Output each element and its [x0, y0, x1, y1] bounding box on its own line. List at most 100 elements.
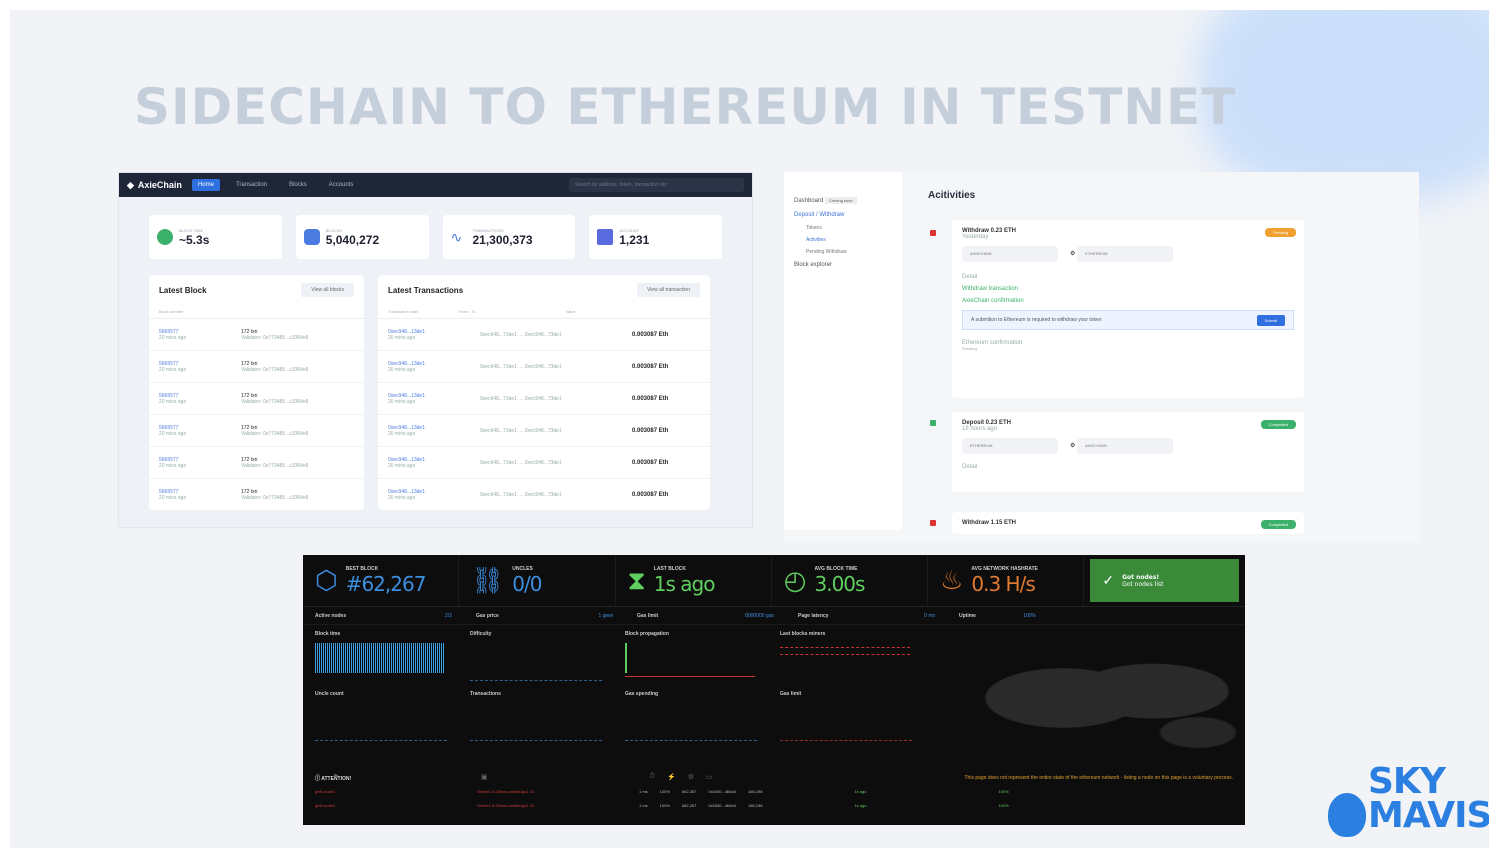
view-all-transactions-button[interactable]: View all transaction [637, 283, 700, 297]
table-row[interactable]: 5665577 20 mins ago 172 txn Validator: 0x77… [149, 447, 364, 479]
nav-home[interactable]: Home [191, 179, 220, 191]
view-all-blocks-button[interactable]: View all blocks [301, 283, 354, 297]
panel-block-time: Block time [303, 627, 453, 685]
table-row[interactable]: 0xec948...13de1 20 mins ago 0xec948...73de… [378, 415, 710, 447]
status-badge: Pending [1265, 228, 1296, 237]
explorer-search-input[interactable]: Search by address, token, transaction et… [569, 178, 744, 192]
cube-icon [303, 229, 320, 245]
activity-card-deposit: Deposit 0.23 ETH 18 hours ago Completed … [952, 412, 1304, 492]
node-row[interactable]: geth-node1 Geth/v1.8.2/linux-amd64/go1.10… [303, 784, 1245, 798]
cube-icon: ⬡ [315, 565, 338, 595]
clock-icon [157, 229, 173, 245]
status-dot [930, 420, 936, 426]
kpi-best-block: ⬡ Best block #62,267 [303, 555, 460, 606]
axiechain-explorer-screenshot: ◆ AxieChain Home Transaction Blocks Accou… [118, 172, 753, 528]
gear-icon: ⚙ [1070, 251, 1076, 257]
check-icon: ✓ [1102, 572, 1115, 588]
wallet-sidebar: Dashboard Coming soon Deposit / Withdraw… [784, 172, 902, 530]
table-row[interactable]: 5665577 20 mins ago 172 txn Validator: 0x77… [149, 415, 364, 447]
stat-gas-limit: Gas limit 8000000 gas [637, 612, 774, 619]
activities-screenshot: Dashboard Coming soon Deposit / Withdraw… [784, 172, 1419, 542]
nodes-ok-banner: ✓ Got nodes! Got nodes list [1090, 559, 1240, 602]
book-icon [597, 229, 614, 245]
latest-block-table: Latest Block View all blocks Block number… [149, 275, 364, 510]
step-axiechain-confirm: AxieChain confirmation [962, 298, 1024, 304]
kpi-row: ⬡ Best block #62,267 ⛓ Uncles 0/0 ⧗ Last bloc… [303, 555, 1245, 607]
panel-gas-spending: Gas spending [613, 687, 763, 745]
activity-icon: ∿ [450, 229, 467, 245]
world-map [943, 629, 1243, 767]
panel-gas-limit: Gas limit [768, 687, 918, 745]
clock-icon: ◴ [783, 565, 807, 595]
hourglass-icon: ⧗ [627, 564, 646, 595]
kpi-last-block: ⧗ Last block 1s ago [616, 555, 772, 606]
sidebar-block-explorer[interactable]: Block explorer [784, 258, 902, 272]
sidebar-pending-withdraw[interactable]: Pending Withdraw [784, 246, 902, 258]
block-rows: 5665577 20 mins ago 172 txn Validator: 0x77… [149, 319, 364, 510]
slide-title: SIDECHAIN TO ETHEREUM IN TESTNET [134, 78, 1237, 136]
stat-active-nodes: Active nodes 2/2 [315, 612, 452, 619]
table-row[interactable]: 5665577 20 mins ago 172 txn Validator: 0x77… [149, 351, 364, 383]
status-badge: Completed [1260, 520, 1296, 529]
latest-tx-title: Latest Transactions [388, 285, 464, 295]
chart-panels: Block time Difficulty Block propagation … [303, 625, 1245, 785]
nav-accounts[interactable]: Accounts [323, 179, 360, 191]
status-dot [930, 230, 936, 236]
nodes-table: ⎈ ⚑ ▣ ⏱ ⚡ ⚙ ▭ geth-node1 Geth/v1.8.2/linux-amd6… [303, 770, 1245, 812]
submit-notice: A submition to Ethereum is required to w… [962, 310, 1294, 330]
stat-page-latency: Page latency 0 ms [798, 612, 935, 619]
table-row[interactable]: 0xec948...13de1 20 mins ago 0xec948...73de… [378, 351, 710, 383]
table-row[interactable]: 0xec948...13de1 20 mins ago 0xec948...73de… [378, 383, 710, 415]
activity-card-withdraw-pending: Withdraw 0.23 ETH Yesterday Pending AXIE… [952, 220, 1304, 398]
panel-uncle-count: Uncle count [303, 687, 453, 745]
panel-block-propagation: Block propagation [613, 627, 763, 685]
gear-icon: ⚙ [1070, 443, 1076, 449]
table-row[interactable]: 0xec948...13de1 20 mins ago 0xec948...73de… [378, 319, 710, 351]
kpi-avg-block-time: ◴ Avg block time 3.00s [772, 555, 929, 606]
bird-mascot-icon [1328, 793, 1366, 837]
sky-mavis-logo: SKY MAVIS [1328, 764, 1489, 845]
kpi-uncles: ⛓ Uncles 0/0 [459, 555, 616, 606]
secondary-stats-row: Active nodes 2/2 Gas price 1 gwei Gas limi… [303, 607, 1245, 625]
sidebar-tokens[interactable]: Tokens [784, 222, 902, 234]
detail-toggle[interactable]: Detail [962, 274, 1294, 280]
activity-card-withdraw-completed: Withdraw 1.15 ETH Completed [952, 512, 1304, 534]
sidebar-activities[interactable]: Activities [784, 234, 902, 246]
submit-button[interactable]: Submit [1256, 314, 1285, 326]
stat-cards: Block time ~5.3s Blocks 5,040,272 ∿ Transac… [119, 197, 752, 259]
block-time-bars [315, 643, 445, 673]
table-row[interactable]: 5665577 20 mins ago 172 txn Validator: 0x77… [149, 319, 364, 351]
explorer-navbar: ◆ AxieChain Home Transaction Blocks Accou… [119, 173, 752, 197]
kpi-hashrate: ♨ Avg network hashrate 0.3 H/s [928, 555, 1085, 606]
node-row[interactable]: geth-node2 Geth/v1.8.2/linux-amd64/go1.10… [303, 798, 1245, 812]
explorer-logo[interactable]: ◆ AxieChain [127, 180, 182, 191]
nodes-header-icons: ⎈ ⚑ ▣ ⏱ ⚡ ⚙ ▭ [315, 773, 713, 781]
tx-rows: 0xec948...13de1 20 mins ago 0xec948...73de… [378, 319, 710, 510]
step-withdraw-tx[interactable]: Withdraw transaction [962, 286, 1294, 292]
sidebar-deposit-withdraw[interactable]: Deposit / Withdraw [784, 208, 902, 222]
table-row[interactable]: 0xec948...13de1 20 mins ago 0xec948...73de… [378, 447, 710, 479]
table-row[interactable]: 5665577 20 mins ago 172 txn Validator: 0x77… [149, 383, 364, 415]
table-row[interactable]: 0xec948...13de1 20 mins ago 0xec948...73de… [378, 479, 710, 510]
activities-title: Acitivities [928, 190, 976, 201]
table-row[interactable]: 5665577 20 mins ago 172 txn Validator: 0x77… [149, 479, 364, 510]
latest-transactions-table: Latest Transactions View all transaction … [378, 275, 710, 510]
stat-uptime: Uptime 100% [959, 612, 1036, 619]
nav-transaction[interactable]: Transaction [230, 179, 273, 191]
link-icon: ⛓ [471, 565, 505, 595]
latest-block-title: Latest Block [159, 285, 207, 295]
stat-transactions: ∿ Transactions 21,300,373 [442, 215, 576, 259]
stat-account: Account 1,231 [589, 215, 722, 259]
diamond-icon: ◆ [127, 179, 134, 190]
stat-block-time: Block time ~5.3s [149, 215, 282, 259]
panel-last-blocks-miners: Last blocks miners [768, 627, 918, 685]
tables: Latest Block View all blocks Block number… [119, 259, 752, 510]
stat-blocks: Blocks 5,040,272 [295, 215, 429, 259]
nav-blocks[interactable]: Blocks [283, 179, 313, 191]
sidebar-dashboard[interactable]: Dashboard Coming soon [784, 194, 902, 208]
status-badge: Completed [1260, 420, 1296, 429]
detail-toggle[interactable]: Detail [962, 464, 1294, 470]
stat-gas-price: Gas price 1 gwei [476, 612, 613, 619]
status-dot [930, 520, 936, 526]
ethstats-dashboard-screenshot: ⬡ Best block #62,267 ⛓ Uncles 0/0 ⧗ Last bloc… [303, 555, 1245, 825]
